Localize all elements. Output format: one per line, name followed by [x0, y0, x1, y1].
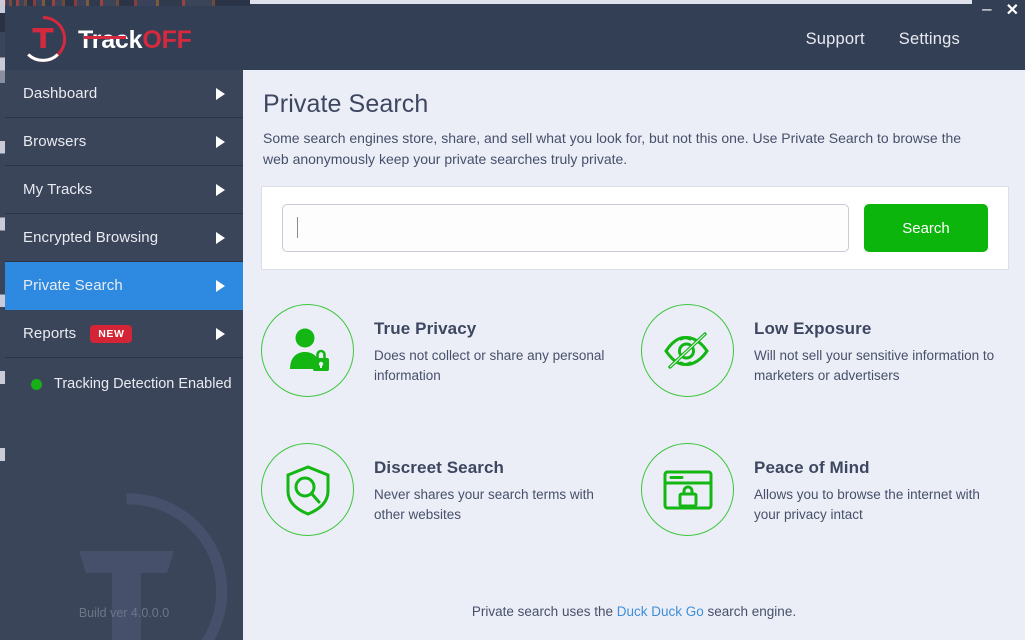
feature-low-exposure: Low Exposure Will not sell your sensitiv… [641, 302, 1009, 441]
brand-name-second: OFF [142, 25, 192, 54]
footer-note: Private search uses the Duck Duck Go sea… [243, 604, 1025, 619]
duckduckgo-link[interactable]: Duck Duck Go [617, 604, 704, 619]
brand-logo: TrackOFF [18, 14, 192, 64]
feature-icon-ring [641, 443, 734, 536]
page-title: Private Search [263, 90, 429, 118]
feature-text: Low Exposure Will not sell your sensitiv… [754, 302, 1004, 385]
feature-description: Does not collect or share any personal i… [374, 348, 605, 383]
top-navigation: Support Settings [806, 30, 960, 49]
chevron-right-icon [216, 135, 225, 148]
title-bar: TrackOFF Support Settings – ✕ [0, 0, 1025, 70]
topnav-item-settings[interactable]: Settings [899, 30, 960, 49]
sidebar-item-label: My Tracks [23, 181, 93, 198]
minimize-button[interactable]: – [982, 0, 991, 17]
search-button[interactable]: Search [864, 204, 988, 252]
trackoff-circle-t-logo-icon [27, 15, 67, 62]
eye-slash-icon [664, 331, 708, 369]
sidebar: Dashboard Browsers My Tracks Encrypted B… [5, 70, 243, 640]
feature-text: Discreet Search Never shares your search… [374, 441, 624, 524]
chevron-right-icon [216, 279, 225, 292]
feature-title: Peace of Mind [754, 458, 870, 477]
feature-title: Low Exposure [754, 319, 872, 338]
sidebar-item-label: Browsers [23, 133, 87, 150]
brand-underline [84, 36, 126, 39]
feature-title: True Privacy [374, 319, 477, 338]
brand-name-first: Track [78, 25, 143, 54]
build-version-label: Build ver 4.0.0.0 [78, 606, 170, 620]
sidebar-item-reports[interactable]: Reports NEW [5, 310, 243, 358]
chevron-right-icon [216, 87, 225, 100]
feature-text: Peace of Mind Allows you to browse the i… [754, 441, 1004, 524]
sidebar-item-private-search[interactable]: Private Search [5, 262, 243, 310]
chevron-right-icon [216, 231, 225, 244]
sidebar-item-encrypted-browsing[interactable]: Encrypted Browsing [5, 214, 243, 262]
shield-magnifier-icon [286, 464, 329, 516]
main-content: Private Search Some search engines store… [243, 70, 1025, 640]
feature-icon-ring [261, 304, 354, 397]
sidebar-item-label: Reports [23, 325, 77, 342]
brand-wordmark: TrackOFF [78, 25, 192, 54]
feature-true-privacy: True Privacy Does not collect or share a… [261, 302, 641, 441]
sidebar-item-label: Private Search [23, 277, 123, 294]
background-window-left-strip [0, 0, 5, 640]
person-lock-icon [289, 328, 329, 371]
feature-icon-ring [641, 304, 734, 397]
feature-description: Never shares your search terms with othe… [374, 487, 594, 522]
feature-description: Allows you to browse the internet with y… [754, 487, 980, 522]
chevron-right-icon [216, 327, 225, 340]
feature-discreet-search: Discreet Search Never shares your search… [261, 441, 641, 580]
sidebar-item-label: Dashboard [23, 85, 98, 102]
sidebar-item-my-tracks[interactable]: My Tracks [5, 166, 243, 214]
footer-suffix: search engine. [703, 604, 797, 619]
feature-peace-of-mind: Peace of Mind Allows you to browse the i… [641, 441, 1009, 580]
close-button[interactable]: ✕ [1006, 2, 1019, 19]
tracking-detection-status: Tracking Detection Enabled [5, 358, 243, 392]
status-badge: NEW [90, 324, 132, 343]
trackoff-t-watermark-icon [79, 493, 228, 640]
status-dot-icon [31, 378, 42, 390]
feature-title: Discreet Search [374, 458, 505, 477]
topnav-item-support[interactable]: Support [806, 30, 865, 49]
chevron-right-icon [216, 183, 225, 196]
tracking-detection-label: Tracking Detection Enabled [54, 376, 232, 392]
text-cursor [297, 217, 298, 238]
app-window: TrackOFF Support Settings – ✕ Dashboard … [0, 0, 1025, 640]
feature-text: True Privacy Does not collect or share a… [374, 302, 624, 385]
search-input[interactable] [282, 204, 849, 252]
sidebar-item-dashboard[interactable]: Dashboard [5, 70, 243, 118]
sidebar-item-label: Encrypted Browsing [23, 229, 159, 246]
feature-description: Will not sell your sensitive information… [754, 348, 995, 383]
search-card: Search [261, 186, 1009, 270]
window-controls: – ✕ [982, 0, 1019, 19]
sidebar-item-browsers[interactable]: Browsers [5, 118, 243, 166]
background-window-titlebar-strip [0, 0, 250, 6]
feature-icon-ring [261, 443, 354, 536]
feature-grid: True Privacy Does not collect or share a… [261, 302, 1009, 580]
footer-prefix: Private search uses the [471, 604, 617, 619]
page-description: Some search engines store, share, and se… [263, 130, 962, 167]
browser-lock-icon [663, 470, 712, 509]
background-window-edge [250, 0, 972, 4]
title-bar-inner: TrackOFF Support Settings [5, 4, 1025, 70]
